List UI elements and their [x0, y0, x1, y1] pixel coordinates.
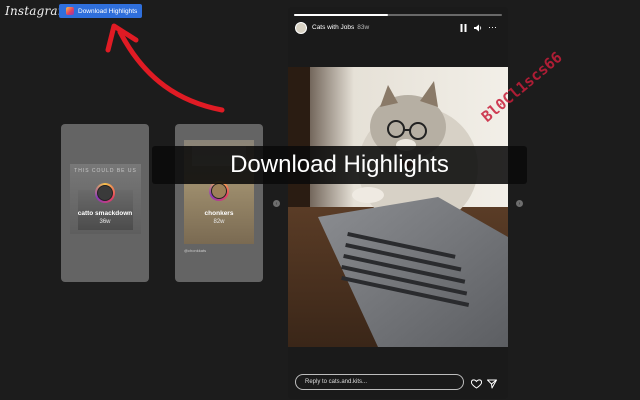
account-info: Cats with Jobs 83w — [312, 24, 369, 31]
story-time: 83w — [357, 24, 370, 31]
promo-banner: Download Highlights — [152, 146, 527, 184]
account-avatar[interactable] — [295, 22, 307, 34]
highlight-overlay-text: THIS COULD BE US — [74, 168, 137, 174]
highlight-avatar-1 — [95, 183, 115, 203]
highlight-avatar-2 — [209, 181, 229, 201]
more-icon[interactable]: ⋯ — [488, 22, 497, 33]
story-image — [288, 67, 508, 347]
story-viewer[interactable]: Cats with Jobs 83w ⋯ Reply to cats.and.k… — [288, 7, 508, 399]
highlight-caption-2: @chonkkats — [184, 248, 207, 253]
instagram-icon — [66, 7, 74, 15]
reply-input[interactable]: Reply to cats.and.kits... — [295, 374, 464, 390]
pause-icon[interactable] — [460, 24, 467, 34]
chevron-right-icon[interactable]: › — [516, 200, 523, 207]
heart-icon[interactable] — [470, 376, 483, 394]
pointer-arrow-icon — [105, 23, 225, 113]
download-highlights-label: Download Highlights — [78, 7, 138, 15]
chevron-left-icon[interactable]: ‹ — [273, 200, 280, 207]
highlight-age-2: 82w — [213, 219, 225, 225]
story-progress-fill — [294, 14, 388, 16]
account-name[interactable]: Cats with Jobs — [312, 24, 354, 31]
send-icon[interactable] — [487, 376, 497, 394]
story-progress-bar — [294, 14, 502, 16]
highlight-name-1: catto smackdown — [77, 210, 133, 217]
volume-icon[interactable] — [474, 24, 483, 34]
download-highlights-button[interactable]: Download Highlights — [59, 4, 142, 18]
highlight-age-1: 36w — [99, 219, 111, 225]
highlight-name-2: chonkers — [204, 210, 234, 217]
